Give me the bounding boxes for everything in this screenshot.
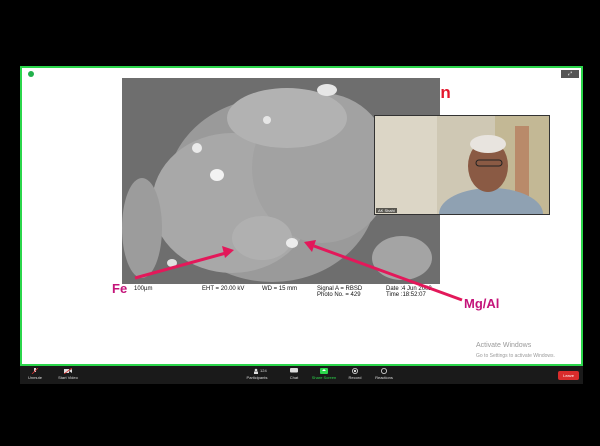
share-screen-button[interactable]: Share Screen	[311, 366, 337, 384]
speaker-video-tile[interactable]: AK Shahi	[374, 115, 550, 215]
share-screen-icon	[320, 368, 328, 374]
record-icon	[352, 368, 358, 374]
fe-arrowhead	[222, 246, 234, 258]
participant-name: AK Shahi	[376, 208, 397, 213]
participants-label: Participants	[246, 375, 268, 380]
unmute-button[interactable]: Unmute	[24, 366, 46, 384]
share-screen-label: Share Screen	[311, 375, 337, 380]
reactions-icon	[381, 368, 387, 374]
reactions-button[interactable]: Reactions	[372, 366, 396, 384]
chat-label: Chat	[289, 375, 299, 380]
record-button[interactable]: Record	[345, 366, 365, 384]
meeting-toolbar: Unmute Start Video Participants 124 Chat…	[20, 366, 583, 384]
mgal-arrow	[313, 244, 463, 302]
fe-arrow	[134, 251, 227, 280]
chat-button[interactable]: Chat	[284, 366, 304, 384]
activate-windows-watermark: Activate Windows Go to Settings to activ…	[476, 340, 555, 362]
start-video-button[interactable]: Start Video	[54, 366, 82, 384]
record-label: Record	[348, 375, 362, 380]
mgal-label: Mg/Al	[464, 296, 500, 311]
start-video-label: Start Video	[58, 375, 78, 380]
reactions-label: Reactions	[375, 375, 393, 380]
participant-count: 124	[260, 368, 267, 373]
chat-icon	[290, 368, 298, 373]
video-off-icon	[64, 368, 72, 374]
speaker-video-feed	[375, 116, 549, 214]
watermark-title: Activate Windows	[476, 342, 532, 349]
participants-button[interactable]: Participants 124	[242, 366, 272, 384]
fe-label: Fe	[112, 281, 128, 296]
microphone-muted-icon	[31, 368, 39, 374]
unmute-label: Unmute	[27, 375, 42, 380]
leave-button[interactable]: Leave	[558, 371, 579, 380]
watermark-subtitle: Go to Settings to activate Windows.	[476, 353, 555, 359]
